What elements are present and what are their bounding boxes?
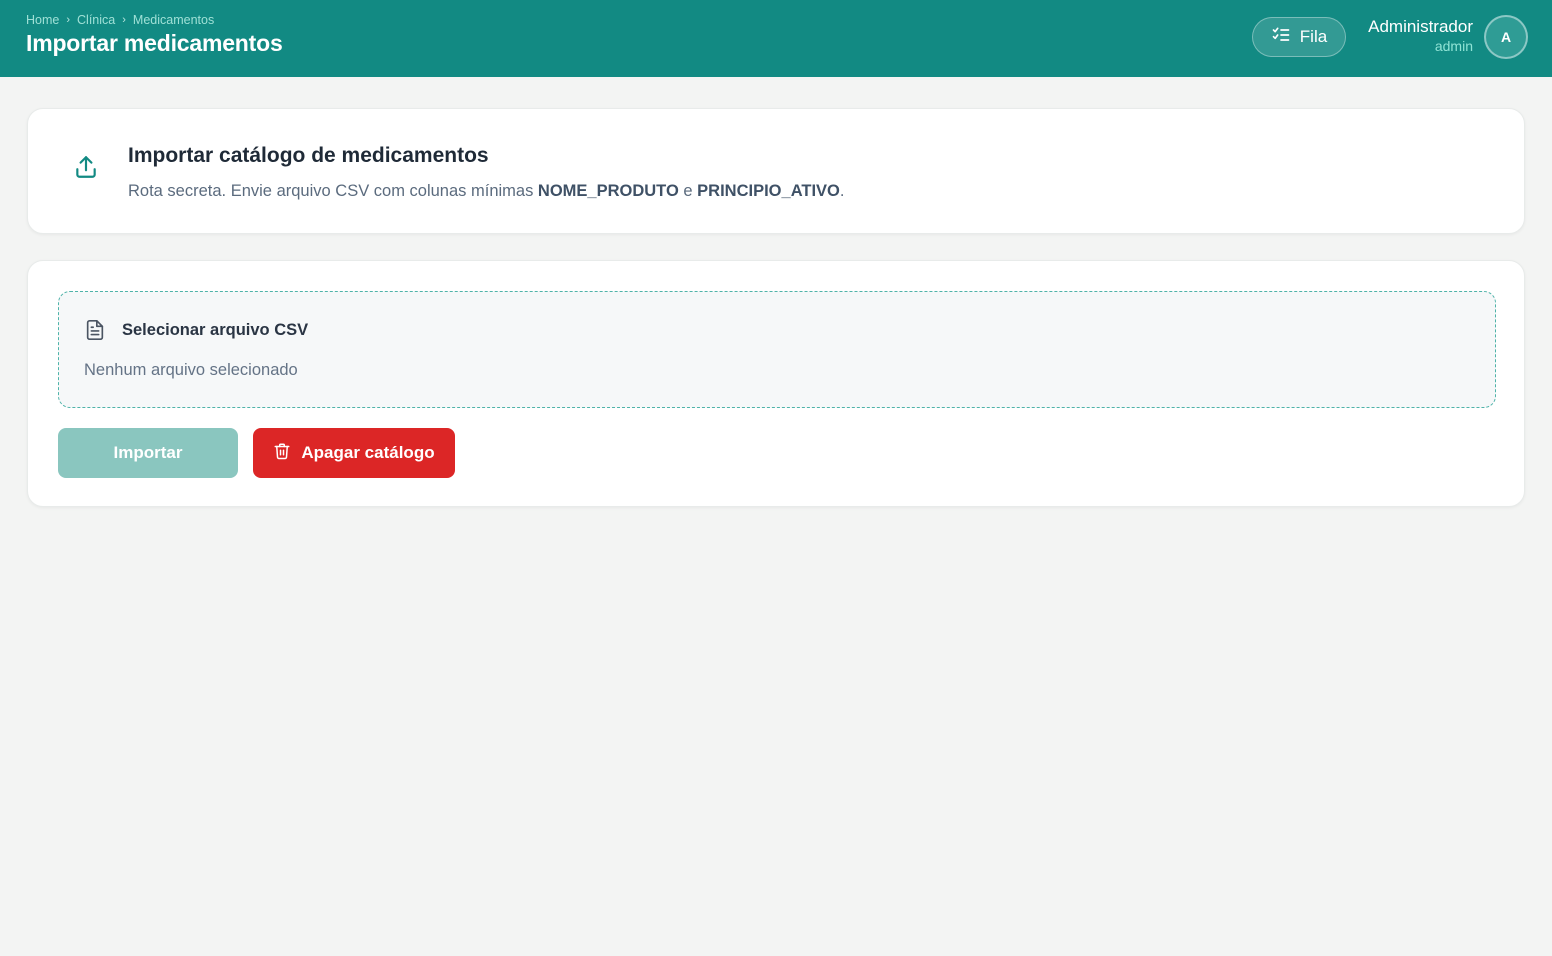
breadcrumb: Home › Clínica › Medicamentos (26, 13, 214, 27)
csv-file-dropzone[interactable]: Selecionar arquivo CSV Nenhum arquivo se… (58, 291, 1496, 408)
page-title: Importar medicamentos (26, 30, 283, 56)
trash-icon (273, 441, 291, 466)
breadcrumb-home[interactable]: Home (26, 13, 59, 27)
breadcrumb-separator: › (66, 14, 71, 26)
required-column-principio-ativo: PRINCIPIO_ATIVO (697, 182, 840, 200)
breadcrumb-medicamentos[interactable]: Medicamentos (133, 13, 214, 27)
user-name: Administrador (1368, 17, 1473, 36)
queue-button-label: Fila (1299, 27, 1328, 46)
list-checks-icon (1271, 25, 1291, 50)
import-button[interactable]: Importar (58, 428, 238, 478)
description-prefix: Rota secreta. Envie arquivo CSV com colu… (128, 182, 538, 200)
upload-icon (73, 154, 99, 180)
breadcrumb-separator: › (122, 14, 126, 26)
required-column-nome-produto: NOME_PRODUTO (537, 182, 679, 200)
delete-catalog-button[interactable]: Apagar catálogo (253, 428, 455, 478)
info-card-description: Rota secreta. Envie arquivo CSV com colu… (128, 182, 844, 201)
description-suffix: . (839, 182, 845, 200)
description-joiner: e (678, 182, 698, 200)
delete-catalog-label: Apagar catálogo (301, 443, 435, 462)
queue-button[interactable]: Fila (1252, 17, 1346, 57)
top-header-bar: Home › Clínica › Medicamentos Importar m… (0, 0, 1552, 77)
user-role: admin (1434, 38, 1473, 54)
import-info-card: Importar catálogo de medicamentos Rota s… (27, 108, 1525, 234)
user-info[interactable]: Administrador admin (1368, 16, 1473, 55)
info-card-title: Importar catálogo de medicamentos (128, 144, 489, 167)
file-text-icon (84, 319, 106, 341)
upload-card: Selecionar arquivo CSV Nenhum arquivo se… (27, 260, 1525, 507)
avatar[interactable]: A (1484, 15, 1528, 59)
select-csv-label[interactable]: Selecionar arquivo CSV (122, 321, 308, 340)
breadcrumb-clinica[interactable]: Clínica (77, 13, 115, 27)
file-status-text: Nenhum arquivo selecionado (84, 361, 298, 379)
